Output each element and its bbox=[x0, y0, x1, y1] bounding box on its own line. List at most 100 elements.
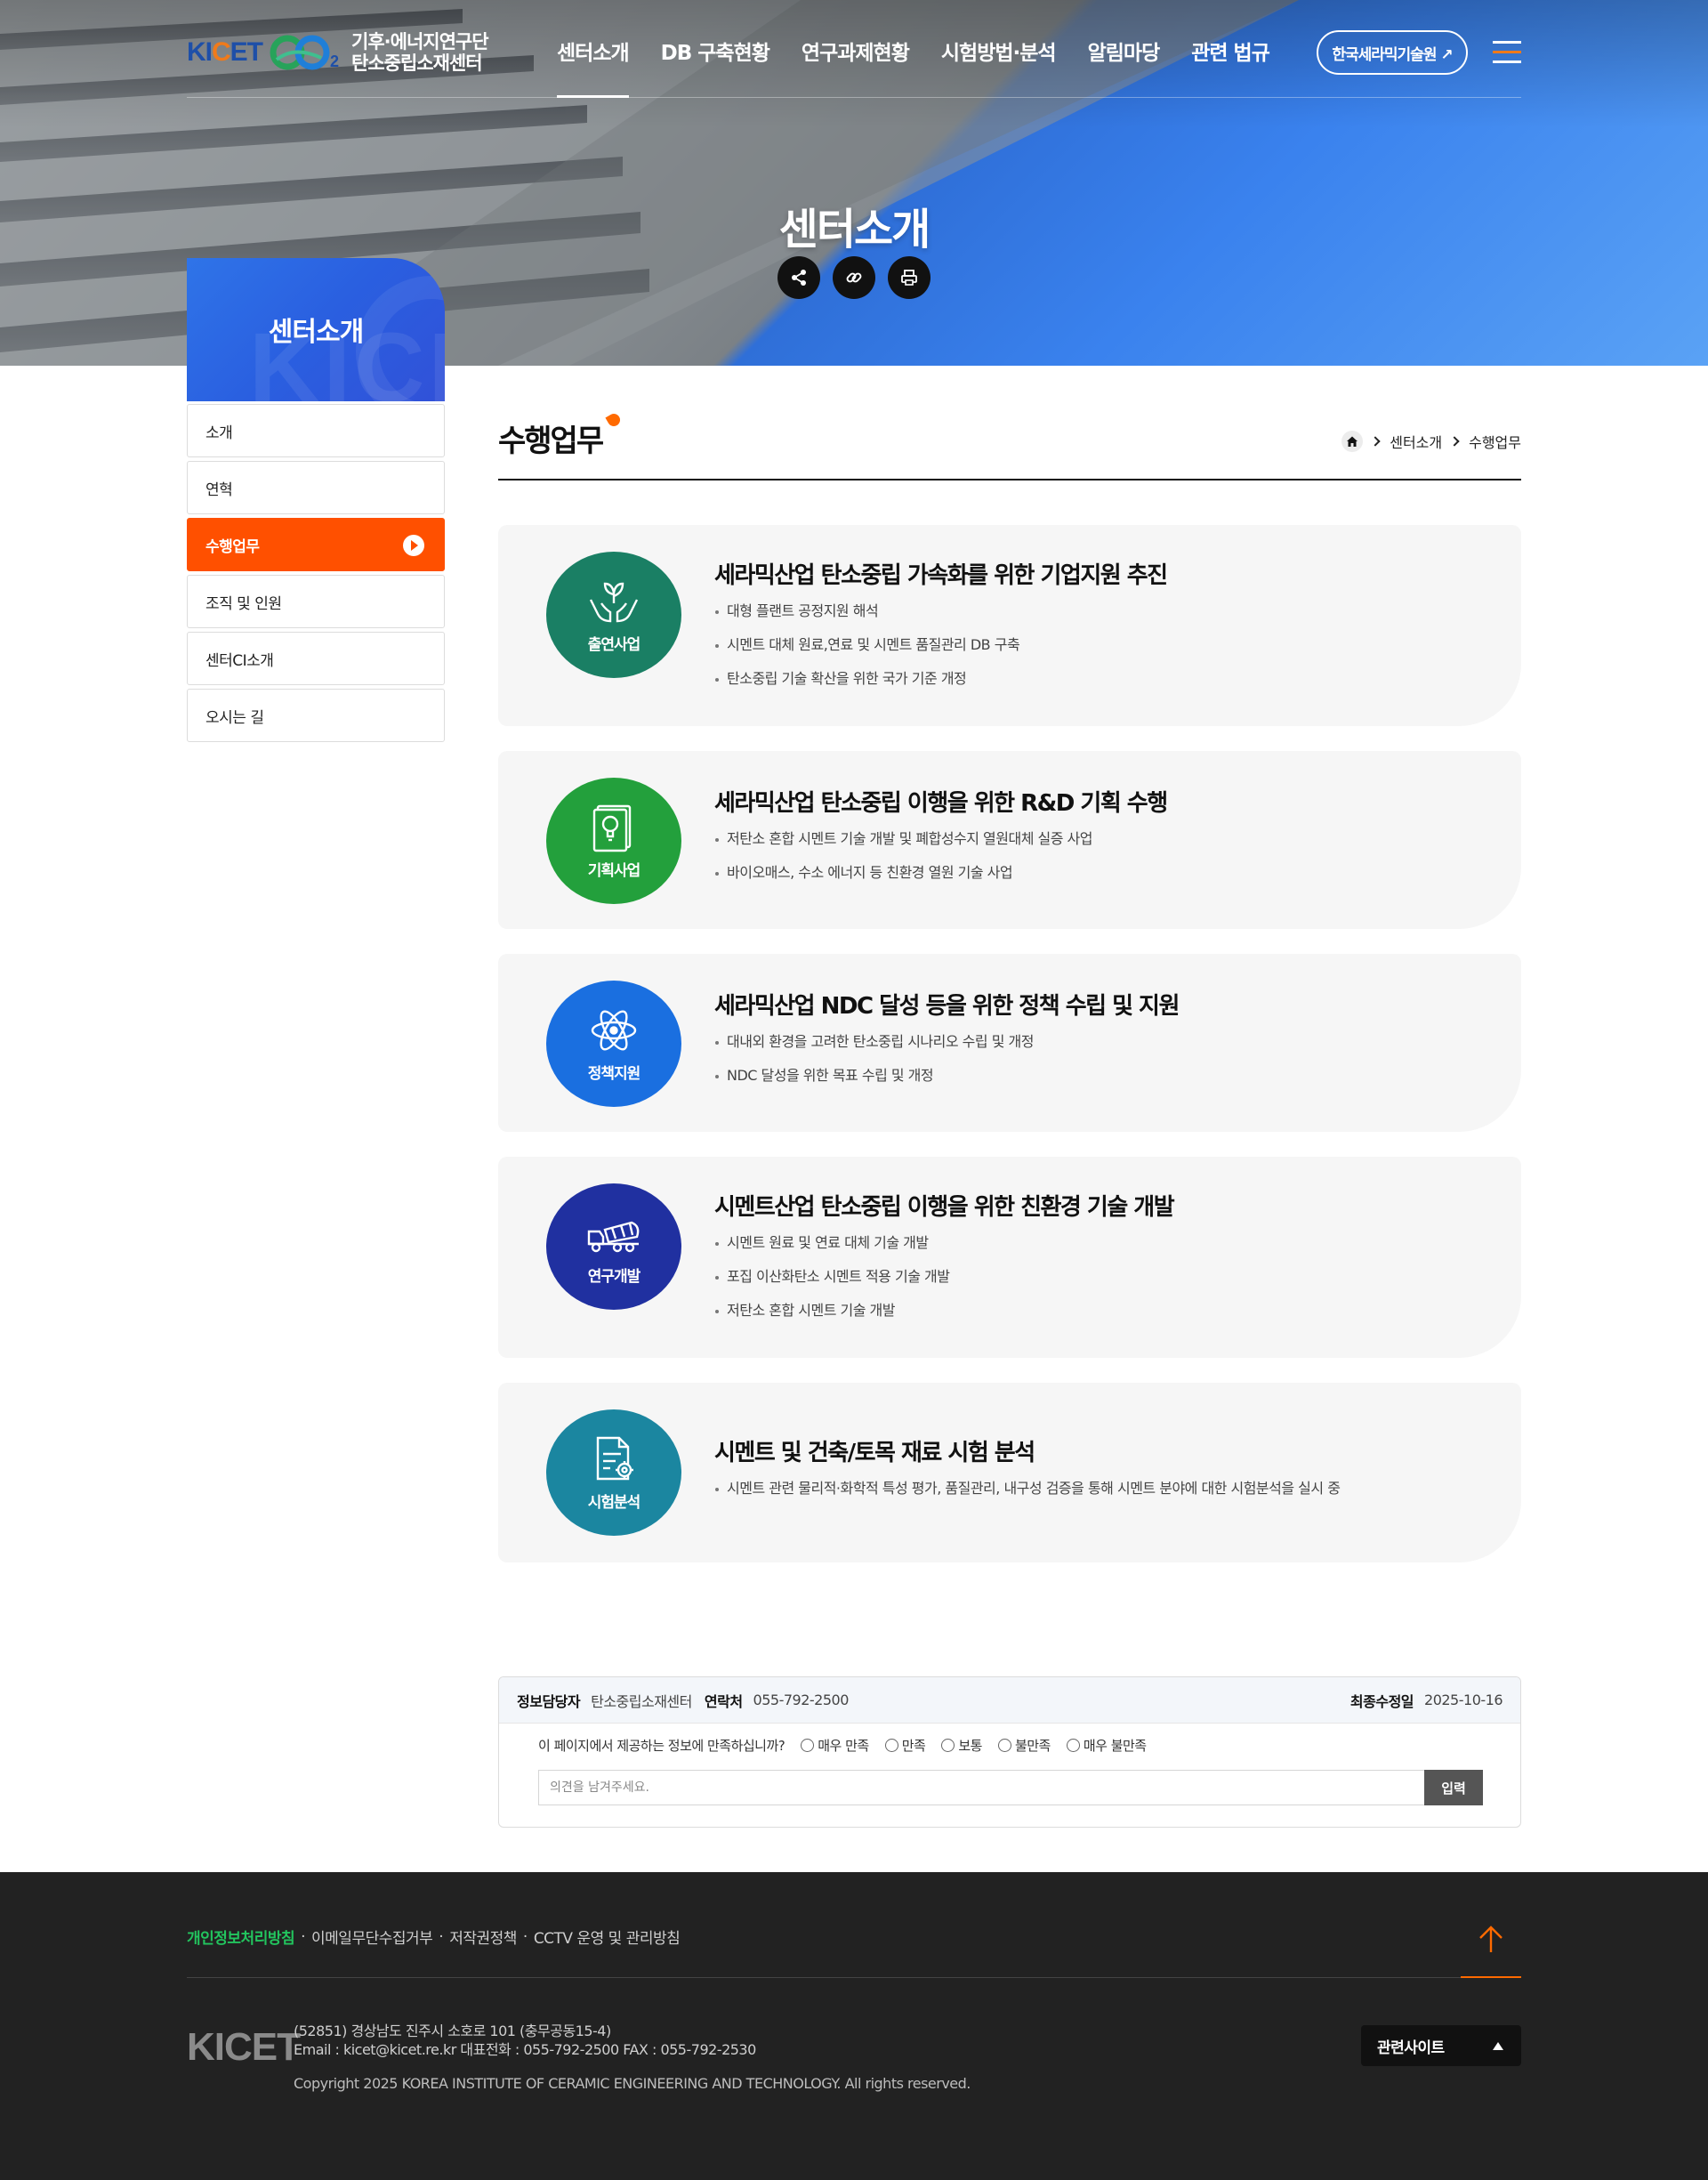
task-card: 정책지원 세라믹산업 NDC 달성 등을 위한 정책 수립 및 지원 대내외 환… bbox=[498, 954, 1521, 1132]
nav-center-intro[interactable]: 센터소개 bbox=[541, 36, 645, 98]
print-icon[interactable] bbox=[888, 256, 931, 299]
list-item: 저탄소 혼합 시멘트 기술 개발 bbox=[714, 1294, 949, 1328]
lightbulb-document-icon bbox=[592, 804, 632, 852]
task-details: 대형 플랜트 공정지원 해석 시멘트 대체 원료,연료 및 시멘트 품질관리 D… bbox=[714, 594, 1020, 696]
list-item: 저탄소 혼합 시멘트 기술 개발 및 폐합성수지 열원대체 실증 사업 bbox=[714, 822, 1093, 856]
co2-logo-icon: 2 bbox=[270, 35, 339, 70]
sidebar-item-label: 조직 및 인원 bbox=[205, 594, 282, 613]
main-navigation: 센터소개 DB 구축현황 연구과제현황 시험방법·분석 알림마당 관련 법규 bbox=[541, 36, 1285, 98]
sidebar-title: 센터소개 bbox=[268, 317, 364, 348]
task-badge: 시험분석 bbox=[546, 1409, 681, 1536]
site-header: KICET 2 기후·에너지연구단 탄소중립소재센터 센터소개 DB 구축현황 … bbox=[0, 0, 1708, 99]
sidebar-item-organization[interactable]: 조직 및 인원 bbox=[187, 575, 445, 628]
task-card: 출연사업 세라믹산업 탄소중립 가속화를 위한 기업지원 추진 대형 플랜트 공… bbox=[498, 525, 1521, 726]
satisfaction-survey: 정보담당자 탄소중립소재센터 연락처 055-792-2500 최종수정일 20… bbox=[498, 1676, 1521, 1828]
task-title: 시멘트산업 탄소중립 이행을 위한 친환경 기술 개발 bbox=[714, 1194, 1175, 1221]
task-details: 시멘트 관련 물리적·화학적 특성 평가, 품질관리, 내구성 검증을 통해 시… bbox=[714, 1472, 1341, 1506]
site-footer: 개인정보처리방침 · 이메일무단수집거부 · 저작권정책 · CCTV 운영 및… bbox=[0, 1872, 1708, 2180]
footer-divider bbox=[187, 1977, 1521, 1978]
sidebar-item-label: 연혁 bbox=[205, 480, 233, 499]
task-badge: 기획사업 bbox=[546, 778, 681, 904]
title-divider bbox=[498, 479, 1521, 480]
nav-db-status[interactable]: DB 구축현황 bbox=[645, 36, 786, 71]
opinion-input[interactable]: 의견을 남겨주세요. bbox=[538, 1770, 1446, 1805]
scroll-top-arrow-icon[interactable] bbox=[1461, 1911, 1521, 1972]
sidebar-item-label: 수행업무 bbox=[205, 537, 260, 556]
share-icon[interactable] bbox=[777, 256, 820, 299]
radio-very-satisfied[interactable]: 매우 만족 bbox=[801, 1736, 869, 1755]
svg-text:2: 2 bbox=[330, 52, 339, 70]
page-info-bar: 정보담당자 탄소중립소재센터 연락처 055-792-2500 최종수정일 20… bbox=[499, 1677, 1520, 1724]
play-arrow-icon bbox=[403, 535, 424, 556]
nav-regulations[interactable]: 관련 법규 bbox=[1175, 36, 1285, 71]
nav-notice[interactable]: 알림마당 bbox=[1072, 36, 1176, 71]
footer-copyright: Copyright 2025 KOREA INSTITUTE OF CERAMI… bbox=[294, 2075, 971, 2092]
related-sites-label: 관련사이트 bbox=[1377, 2039, 1445, 2057]
task-card: 시험분석 시멘트 및 건축/토목 재료 시험 분석 시멘트 관련 물리적·화학적… bbox=[498, 1383, 1521, 1562]
task-card: 연구개발 시멘트산업 탄소중립 이행을 위한 친환경 기술 개발 시멘트 원료 … bbox=[498, 1157, 1521, 1358]
breadcrumb-item[interactable]: 센터소개 bbox=[1390, 431, 1442, 452]
nav-test-methods[interactable]: 시험방법·분석 bbox=[925, 36, 1072, 71]
document-gear-icon bbox=[596, 1436, 633, 1480]
list-item: 시멘트 관련 물리적·화학적 특성 평가, 품질관리, 내구성 검증을 통해 시… bbox=[714, 1472, 1341, 1506]
breadcrumb: 센터소개 수행업무 bbox=[1341, 431, 1521, 452]
caret-up-icon bbox=[1493, 2042, 1503, 2050]
mixer-truck-icon bbox=[587, 1221, 640, 1252]
radio-satisfied[interactable]: 만족 bbox=[884, 1736, 926, 1755]
list-item: 탄소중립 기술 확산을 위한 국가 기준 개정 bbox=[714, 662, 1019, 696]
contact-label: 연락처 bbox=[704, 1692, 743, 1710]
list-item: 시멘트 대체 원료,연료 및 시멘트 품질관리 DB 구축 bbox=[714, 628, 1020, 662]
updated-value: 2025-10-16 bbox=[1424, 1692, 1503, 1708]
email-policy-link[interactable]: 이메일무단수집거부 bbox=[311, 1926, 433, 1948]
footer-logo: KICET bbox=[187, 2025, 301, 2069]
cctv-policy-link[interactable]: CCTV 운영 및 관리방침 bbox=[534, 1926, 681, 1948]
list-item: 대내외 환경을 고려한 탄소중립 시나리오 수립 및 개정 bbox=[714, 1025, 1034, 1059]
updated-label: 최종수정일 bbox=[1349, 1692, 1414, 1710]
kicet-external-link-button[interactable]: 한국세라믹기술원 ↗ bbox=[1317, 30, 1468, 75]
list-item: 시멘트 원료 및 연료 대체 기술 개발 bbox=[714, 1226, 949, 1260]
task-title: 세라믹산업 탄소중립 가속화를 위한 기업지원 추진 bbox=[714, 562, 1168, 589]
hero-title: 센터소개 bbox=[778, 205, 931, 254]
survey-question: 이 페이지에서 제공하는 정보에 만족하십니까? bbox=[538, 1738, 786, 1754]
radio-dissatisfied[interactable]: 불만족 bbox=[997, 1736, 1051, 1755]
privacy-policy-link[interactable]: 개인정보처리방침 bbox=[187, 1926, 295, 1948]
site-logo[interactable]: KICET 2 기후·에너지연구단 탄소중립소재센터 bbox=[187, 30, 489, 75]
link-copy-icon[interactable] bbox=[833, 256, 875, 299]
submit-button[interactable]: 입력 bbox=[1424, 1770, 1483, 1805]
sidebar-item-label: 소개 bbox=[205, 424, 233, 442]
task-details: 대내외 환경을 고려한 탄소중립 시나리오 수립 및 개정 NDC 달성을 위한… bbox=[714, 1025, 1034, 1093]
task-details: 시멘트 원료 및 연료 대체 기술 개발 포집 이산화탄소 시멘트 적용 기술 … bbox=[714, 1226, 950, 1328]
logo-text: 기후·에너지연구단 탄소중립소재센터 bbox=[351, 31, 489, 74]
footer-address: (52851) 경상남도 진주시 소호로 101 (충무공동15-4) Emai… bbox=[294, 2023, 756, 2058]
nav-research-projects[interactable]: 연구과제현황 bbox=[786, 36, 925, 71]
list-item: 포집 이산화탄소 시멘트 적용 기술 개발 bbox=[714, 1260, 950, 1294]
kicet-logo: KICET bbox=[187, 37, 263, 67]
sidebar-item-ci[interactable]: 센터CI소개 bbox=[187, 632, 445, 685]
list-item: 바이오매스, 수소 에너지 등 친환경 열원 기술 사업 bbox=[714, 856, 1092, 890]
radio-very-dissatisfied[interactable]: 매우 불만족 bbox=[1066, 1736, 1147, 1755]
task-title: 시멘트 및 건축/토목 재료 시험 분석 bbox=[714, 1440, 1035, 1466]
chevron-right-icon bbox=[1449, 436, 1460, 447]
task-card: 기획사업 세라믹산업 탄소중립 이행을 위한 R&D 기획 수행 저탄소 혼합 … bbox=[498, 751, 1521, 929]
sidebar-item-label: 센터CI소개 bbox=[205, 651, 274, 670]
sidebar-item-directions[interactable]: 오시는 길 bbox=[187, 689, 445, 742]
header-divider bbox=[187, 97, 1521, 98]
survey-question-row: 이 페이지에서 제공하는 정보에 만족하십니까? 매우 만족 만족 보통 불만족… bbox=[538, 1736, 1147, 1755]
manager-label: 정보담당자 bbox=[517, 1692, 581, 1710]
manager-value: 탄소중립소재센터 bbox=[591, 1692, 692, 1710]
task-title: 세라믹산업 NDC 달성 등을 위한 정책 수립 및 지원 bbox=[714, 993, 1180, 1020]
task-badge: 출연사업 bbox=[546, 552, 681, 678]
home-icon[interactable] bbox=[1341, 431, 1364, 452]
hamburger-menu-icon[interactable] bbox=[1493, 41, 1521, 64]
related-sites-select[interactable]: 관련사이트 bbox=[1361, 2025, 1521, 2066]
scroll-top-underline bbox=[1461, 1976, 1521, 1978]
task-badge: 정책지원 bbox=[546, 981, 681, 1107]
atom-icon bbox=[591, 1010, 637, 1050]
sidebar-item-tasks[interactable]: 수행업무 bbox=[187, 518, 445, 571]
radio-neutral[interactable]: 보통 bbox=[941, 1736, 982, 1755]
title-accent-dot bbox=[605, 411, 623, 429]
copyright-policy-link[interactable]: 저작권정책 bbox=[449, 1926, 517, 1948]
sidebar-item-history[interactable]: 연혁 bbox=[187, 461, 445, 514]
footer-links: 개인정보처리방침 · 이메일무단수집거부 · 저작권정책 · CCTV 운영 및… bbox=[187, 1926, 681, 1949]
sidebar-item-intro[interactable]: 소개 bbox=[187, 404, 445, 457]
